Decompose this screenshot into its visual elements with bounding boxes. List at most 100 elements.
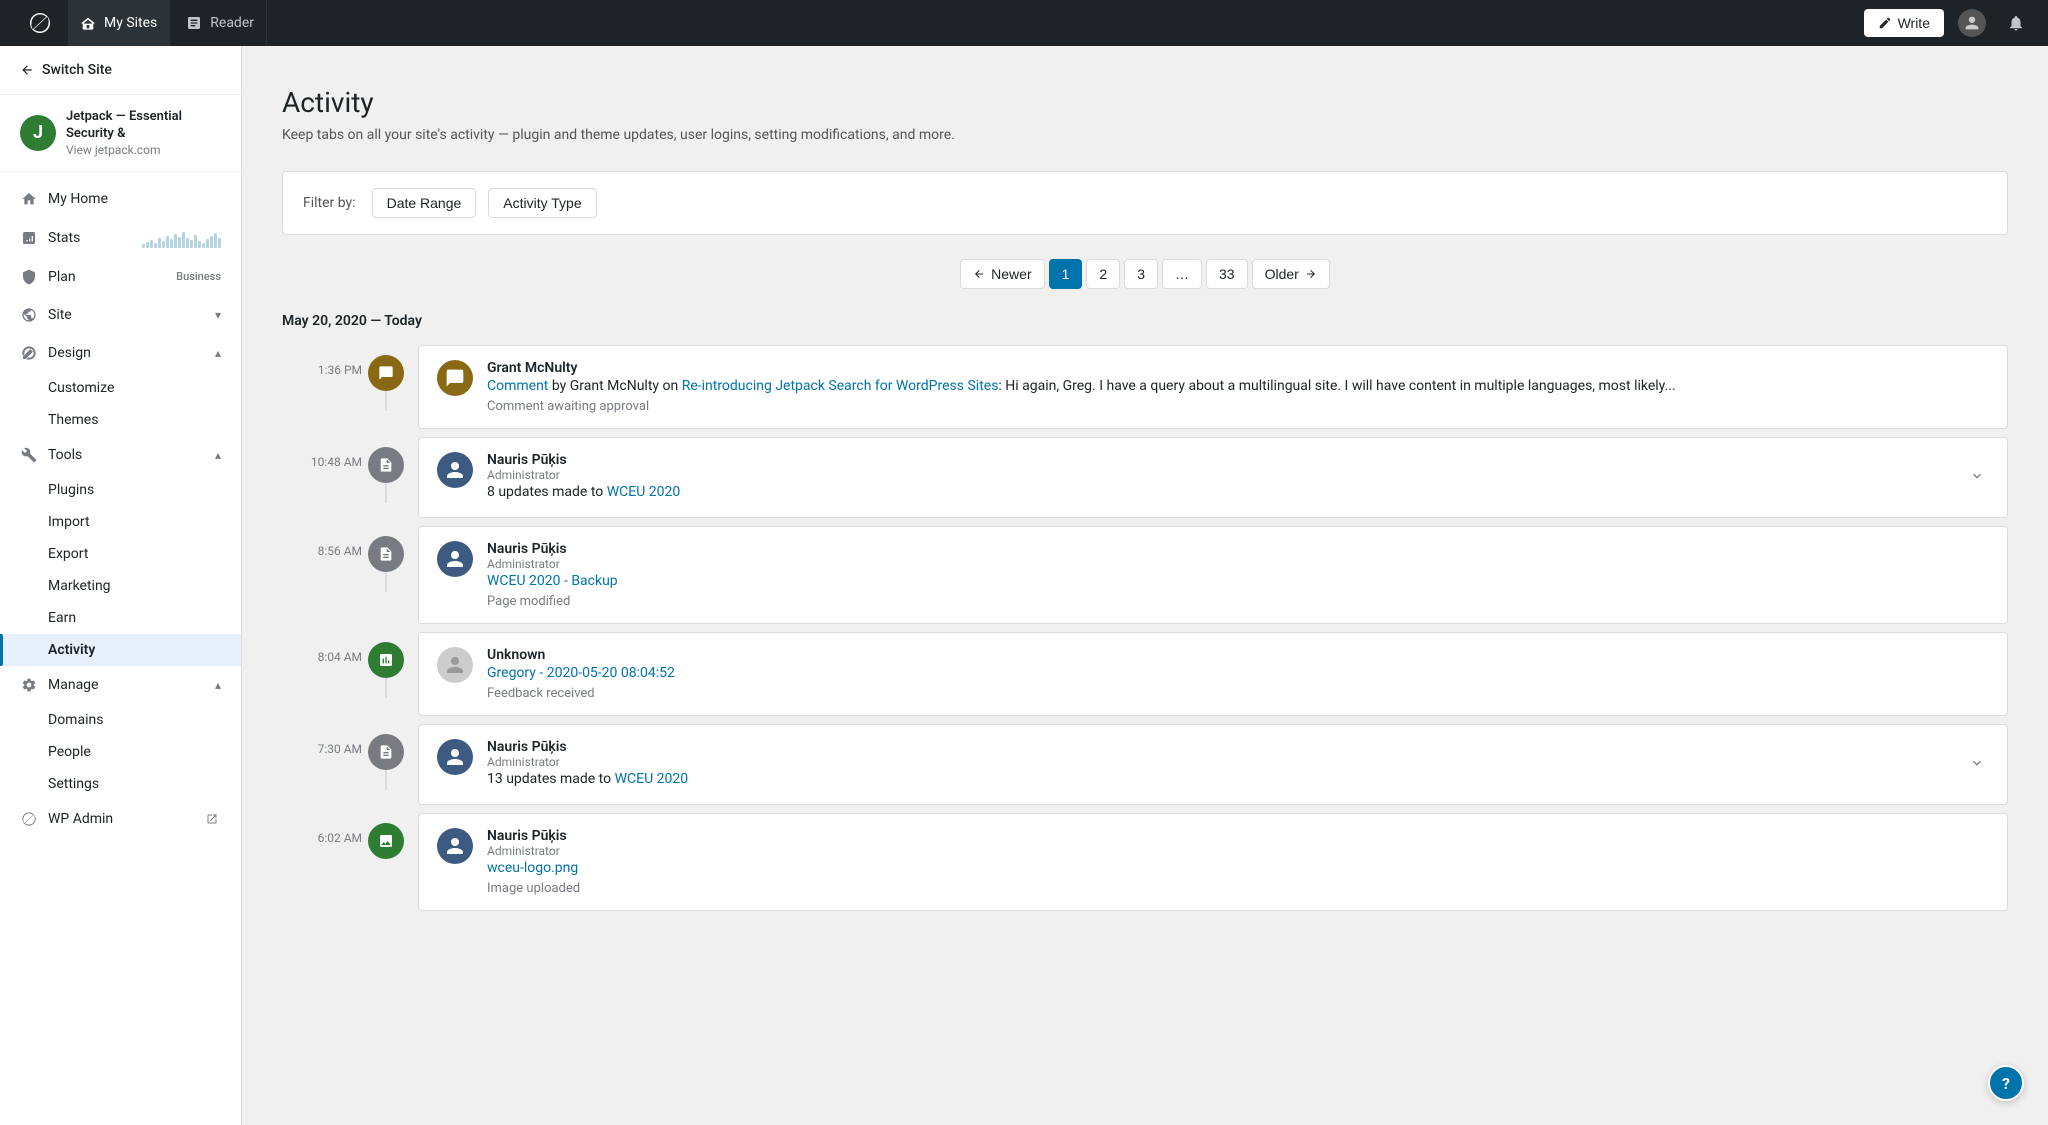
user-role: Administrator [487,557,1989,571]
post-link[interactable]: Re-introducing Jetpack Search for WordPr… [682,378,999,394]
sidebar-item-stats[interactable]: Stats [0,218,241,258]
activity-row: 10:48 AM Nauris Pūķis Administrator 8 up… [282,437,2008,526]
main-layout: Switch Site J Jetpack — Essential Securi… [0,46,2048,1125]
tools-label: Tools [48,447,205,463]
timeline-column [362,345,410,411]
activity-row: 1:36 PM Grant McNulty Comment by Grant M… [282,345,2008,437]
activity-card: Grant McNulty Comment by Grant McNulty o… [418,345,2008,429]
sidebar-item-plan[interactable]: Plan Business [0,258,241,296]
pagination-page-2[interactable]: 2 [1086,259,1120,289]
activity-card: Nauris Pūķis Administrator wceu-logo.png… [418,813,2008,911]
timeline-line [385,391,387,411]
pagination-page-1[interactable]: 1 [1049,259,1083,289]
media-icon [368,823,404,859]
wordpress-logo[interactable] [16,0,64,46]
backup-link[interactable]: WCEU 2020 - Backup [487,573,618,589]
sidebar-item-activity[interactable]: Activity [0,634,241,666]
activity-description: wceu-logo.png [487,858,1989,879]
activity-row: 8:56 AM Nauris Pūķis Administrator WCEU … [282,526,2008,632]
activity-content: Nauris Pūķis Administrator wceu-logo.png… [487,828,1989,896]
wceu-link-2[interactable]: WCEU 2020 [615,771,689,787]
activity-description: Comment by Grant McNulty on Re-introduci… [487,376,1989,397]
page-2-label: 2 [1099,266,1107,282]
home-icon [20,190,38,208]
user-avatar [437,647,473,683]
timeline-line [385,770,387,790]
top-nav-left: My Sites Reader [16,0,267,46]
pagination-older-button[interactable]: Older [1252,259,1330,289]
pagination-newer-button[interactable]: Newer [960,259,1044,289]
design-label: Design [48,345,205,361]
pagination-page-3[interactable]: 3 [1124,259,1158,289]
activity-content: Nauris Pūķis Administrator 8 updates mad… [487,452,1951,503]
filter-date-range-button[interactable]: Date Range [372,188,477,218]
sidebar-item-import[interactable]: Import [0,506,241,538]
activity-label: Activity [48,642,95,658]
media-link[interactable]: wceu-logo.png [487,860,578,876]
stats-icon [20,229,38,247]
wceu-link[interactable]: WCEU 2020 [607,484,681,500]
comment-link[interactable]: Comment [487,378,548,394]
switch-site-button[interactable]: Switch Site [0,46,241,95]
stats-label: Stats [48,230,132,246]
activity-sub-text: Feedback received [487,686,1989,701]
site-info: J Jetpack — Essential Security & View je… [0,95,241,172]
write-button[interactable]: Write [1864,9,1944,37]
filter-activity-type-button[interactable]: Activity Type [488,188,596,218]
activity-sub-text: Page modified [487,594,1989,609]
activity-list: 1:36 PM Grant McNulty Comment by Grant M… [282,345,2008,919]
site-url: View jetpack.com [66,143,221,157]
sidebar-item-themes[interactable]: Themes [0,404,241,436]
expand-button[interactable] [1965,751,1989,779]
activity-row: 7:30 AM Nauris Pūķis Administrator 13 up… [282,724,2008,813]
sidebar-item-design[interactable]: Design ▴ [0,334,241,372]
activity-time: 1:36 PM [282,345,362,377]
reader-nav[interactable]: Reader [174,0,267,46]
my-sites-label: My Sites [104,15,157,31]
help-button[interactable]: ? [1988,1065,2024,1101]
activity-description: 13 updates made to WCEU 2020 [487,769,1951,790]
pagination-page-33[interactable]: 33 [1206,259,1248,289]
plan-icon [20,268,38,286]
sidebar-item-settings[interactable]: Settings [0,768,241,800]
sidebar-item-earn[interactable]: Earn [0,602,241,634]
timeline-column [362,437,410,503]
stats-mini-chart [142,228,221,248]
plan-label: Plan [48,269,166,285]
write-label: Write [1898,15,1930,31]
comment-icon [368,355,404,391]
tools-arrow-icon: ▴ [215,448,221,462]
sidebar-item-site[interactable]: Site ▾ [0,296,241,334]
timeline-column [362,632,410,698]
sidebar-item-plugins[interactable]: Plugins [0,474,241,506]
wp-admin-icon [20,810,38,828]
page-33-label: 33 [1219,266,1235,282]
sidebar-item-manage[interactable]: Manage ▴ [0,666,241,704]
user-avatar-icon[interactable] [1956,7,1988,39]
page-title: Activity [282,86,2008,119]
sidebar-item-export[interactable]: Export [0,538,241,570]
notifications-icon[interactable] [2000,7,2032,39]
pagination-newer-label: Newer [991,266,1031,282]
site-logo: J [20,115,56,151]
manage-arrow-icon: ▴ [215,678,221,692]
page-1-label: 1 [1062,266,1070,282]
sidebar-item-marketing[interactable]: Marketing [0,570,241,602]
page-3-label: 3 [1137,266,1145,282]
sidebar-item-my-home[interactable]: My Home [0,180,241,218]
pagination-older-label: Older [1265,266,1299,282]
my-sites-nav[interactable]: My Sites [68,0,170,46]
expand-button[interactable] [1965,464,1989,492]
sidebar-item-people[interactable]: People [0,736,241,768]
sidebar-item-tools[interactable]: Tools ▴ [0,436,241,474]
feedback-link[interactable]: Gregory - 2020-05-20 08:04:52 [487,665,675,681]
site-name: Jetpack — Essential Security & [66,109,221,143]
design-arrow-icon: ▴ [215,346,221,360]
top-nav-right: Write [1864,7,2032,39]
customize-label: Customize [48,380,114,396]
sidebar-item-domains[interactable]: Domains [0,704,241,736]
sidebar-item-customize[interactable]: Customize [0,372,241,404]
user-name: Grant McNulty [487,360,1989,376]
domains-label: Domains [48,712,103,728]
sidebar-item-wp-admin[interactable]: WP Admin [0,800,241,838]
